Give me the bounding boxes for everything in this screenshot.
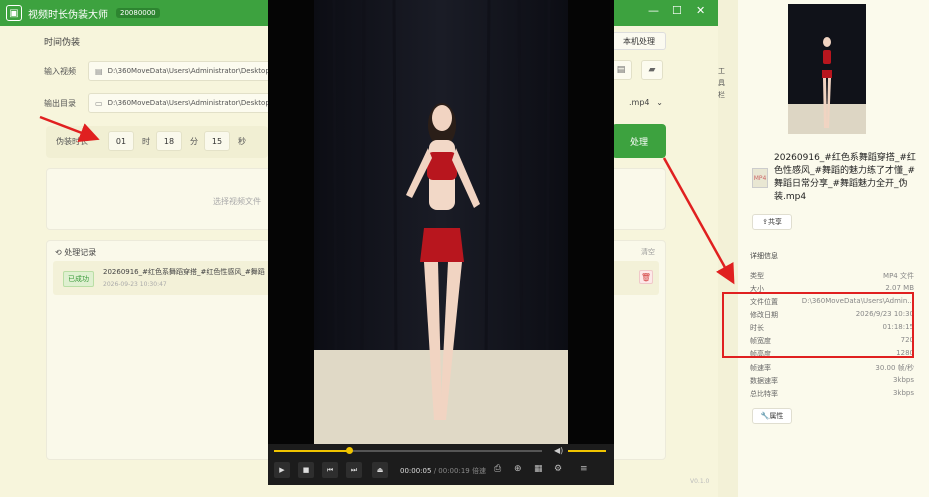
- history-title: ⟲ 处理记录: [55, 248, 97, 257]
- video-player: ◀) ▶ ■ ⏮ ⏭ ⏏ 00:00:05 / 00:00:19 倍速 ⎙ ⊕ …: [268, 0, 614, 485]
- history-time: 2026-09-23 10:30:47: [103, 281, 167, 288]
- file-icon: ▤: [95, 66, 103, 76]
- figure-head: [432, 105, 452, 131]
- clear-history-button[interactable]: 清空: [641, 247, 655, 257]
- output-dir-label: 输出目录: [44, 99, 76, 108]
- history-file-name: 20260916_#红色系舞蹈穿搭_#红色性感风_#舞蹈: [103, 268, 265, 276]
- properties-button[interactable]: 🔧 属性: [752, 408, 792, 424]
- strip-text-3: 栏: [718, 91, 725, 99]
- output-dir-path[interactable]: ▭ D:\360MoveData\Users\Administrator\Des…: [88, 93, 272, 113]
- seek-handle[interactable]: [346, 447, 354, 454]
- strip-text-2: 具: [718, 79, 725, 87]
- details-title: 详细信息: [750, 252, 778, 260]
- detail-value: 3kbps: [892, 376, 914, 384]
- detail-key: 数据速率: [750, 377, 778, 385]
- strip-text-1: 工: [718, 67, 725, 75]
- total-time: 00:00:19: [438, 467, 470, 475]
- eject-icon[interactable]: ⏏: [372, 462, 388, 478]
- app-title: 视频时长伪装大师: [28, 9, 108, 21]
- share-button[interactable]: ⇪ 共享: [752, 214, 792, 230]
- stop-icon[interactable]: ■: [298, 462, 314, 478]
- current-time: 00:00:05: [400, 467, 432, 475]
- detail-key: 总比特率: [750, 390, 778, 398]
- detail-row: 总比特率 3kbps: [750, 389, 914, 401]
- version-text: V0.1.0: [690, 478, 710, 485]
- next-icon[interactable]: ⏭: [346, 462, 362, 478]
- mp4-file-icon: MP4: [752, 168, 768, 188]
- input-video-label: 输入视频: [44, 67, 76, 76]
- menu-icon[interactable]: ≡: [580, 464, 588, 474]
- figure-top: [427, 152, 457, 180]
- detail-value: 30.00 帧/秒: [875, 364, 914, 372]
- detail-value: MP4 文件: [883, 272, 914, 280]
- format-value: .mp4: [629, 97, 650, 107]
- start-process-button[interactable]: 处理: [612, 124, 666, 158]
- detail-key: 帧速率: [750, 364, 771, 372]
- app-logo-icon: ▣: [6, 5, 22, 21]
- previous-icon[interactable]: ⏮: [322, 462, 338, 478]
- figure-shorts: [420, 228, 464, 262]
- player-controls: ◀) ▶ ■ ⏮ ⏭ ⏏ 00:00:05 / 00:00:19 倍速 ⎙ ⊕ …: [268, 444, 614, 485]
- settings-icon[interactable]: ⚙: [554, 464, 562, 474]
- maximize-icon[interactable]: ☐: [672, 4, 682, 17]
- chevron-down-icon: ⌄: [656, 97, 663, 107]
- open-folder-icon[interactable]: ▰: [641, 60, 663, 80]
- detail-row: 帧速率 30.00 帧/秒: [750, 363, 914, 375]
- minimize-icon[interactable]: —: [648, 4, 659, 17]
- detail-row: 数据速率 3kbps: [750, 376, 914, 388]
- details-pane: MP4 20260916_#红色系舞蹈穿搭_#红色性感风_#舞蹈的魅力练了才懂_…: [738, 0, 929, 497]
- file-explorer-panel: 工 具 栏 MP4 20260916_#红色系舞蹈穿搭_#红色性感风_#舞蹈的魅…: [718, 0, 929, 497]
- output-path-text: D:\360MoveData\Users\Administrator\Deskt…: [107, 99, 270, 107]
- volume-slider[interactable]: [568, 450, 606, 452]
- seek-progress: [274, 450, 350, 452]
- minutes-input[interactable]: 18: [156, 131, 182, 151]
- detail-row: 类型 MP4 文件: [750, 271, 914, 283]
- time-separator: /: [433, 467, 437, 475]
- status-badge: 已成功: [63, 271, 94, 287]
- hours-unit: 时: [142, 137, 150, 146]
- detail-value: 2.07 MB: [885, 284, 914, 292]
- zoom-icon[interactable]: ⊕: [514, 464, 522, 474]
- play-icon[interactable]: ▶: [274, 462, 290, 478]
- input-path-text: D:\360MoveData\Users\Administrator\Deskt…: [107, 67, 270, 75]
- section-title: 时间伪装: [44, 38, 81, 48]
- volume-icon[interactable]: ◀): [554, 446, 563, 455]
- seek-bar[interactable]: [274, 447, 542, 454]
- toolbar-strip: 工 具 栏: [718, 0, 738, 497]
- annotation-box: [722, 292, 914, 358]
- drop-hint: 选择视频文件: [213, 197, 261, 206]
- detail-key: 类型: [750, 272, 764, 280]
- file-name: 20260916_#红色系舞蹈穿搭_#红色性感风_#舞蹈的魅力练了才懂_#舞蹈日…: [774, 153, 916, 202]
- video-thumbnail: [788, 4, 866, 134]
- video-frame[interactable]: [314, 0, 568, 444]
- speed-label[interactable]: 倍速: [472, 467, 486, 475]
- duration-label: 伪装时长: [56, 137, 88, 146]
- minutes-unit: 分: [190, 137, 198, 146]
- hours-input[interactable]: 01: [108, 131, 134, 151]
- detail-value: 3kbps: [892, 389, 914, 397]
- folder-icon: ▭: [95, 98, 103, 108]
- version-badge: 20080000: [116, 8, 160, 18]
- screenshot-icon[interactable]: ⎙: [494, 464, 501, 474]
- duration-setting: 伪装时长 01 时 18 分 15 秒: [46, 126, 268, 158]
- input-video-path[interactable]: ▤ D:\360MoveData\Users\Administrator\Des…: [88, 61, 272, 81]
- format-select[interactable]: .mp4 ⌄: [626, 93, 666, 111]
- seconds-input[interactable]: 15: [204, 131, 230, 151]
- local-process-button[interactable]: 本机处理: [612, 32, 666, 50]
- trash-icon[interactable]: 🗑: [639, 270, 653, 284]
- time-readout: 00:00:05 / 00:00:19 倍速: [400, 466, 486, 476]
- seconds-unit: 秒: [238, 137, 246, 146]
- close-icon[interactable]: ✕: [696, 4, 705, 17]
- playlist-icon[interactable]: ▦: [534, 464, 543, 474]
